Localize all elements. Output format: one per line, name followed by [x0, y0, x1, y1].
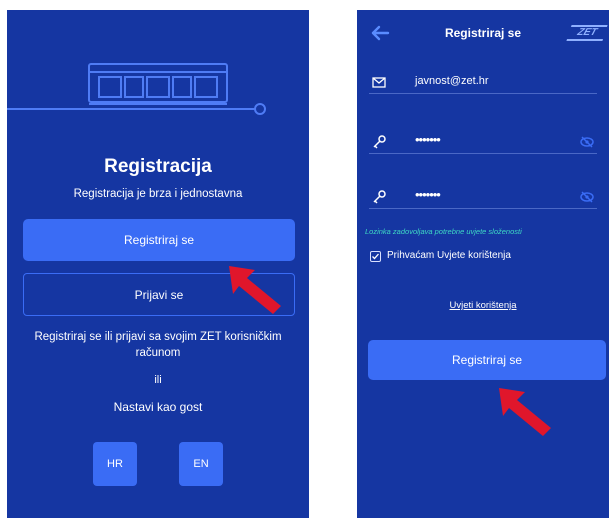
registration-start-screen: Registracija Registracija je brza i jedn…: [7, 10, 309, 518]
page-subtitle: Registracija je brza i jednostavna: [73, 188, 243, 200]
password-hint: Lozinka zadovoljava potrebne uvjete slož…: [365, 227, 522, 236]
language-en-button[interactable]: EN: [179, 442, 223, 486]
terms-checkbox-label: Prihvaćam Uvjete korištenja: [387, 250, 511, 261]
eye-off-icon[interactable]: [579, 134, 595, 150]
register-button[interactable]: Registriraj se: [23, 219, 295, 261]
language-hr-button[interactable]: HR: [93, 442, 137, 486]
confirm-password-value: •••••••: [415, 187, 441, 202]
page-title: Registracija: [104, 156, 212, 177]
key-icon: [373, 135, 386, 149]
tram-illustration: [7, 63, 266, 115]
terms-link[interactable]: Uvjeti korištenja: [357, 300, 609, 311]
or-separator: ili: [154, 374, 162, 386]
confirm-password-field[interactable]: •••••••: [369, 186, 597, 209]
password-field[interactable]: •••••••: [369, 131, 597, 154]
registration-form-screen: Registriraj se ZET javnost@zet.hr ••••••…: [357, 10, 609, 518]
register-submit-button[interactable]: Registriraj se: [368, 340, 606, 380]
pointer-arrow: [499, 388, 551, 436]
password-value: •••••••: [415, 132, 441, 147]
eye-off-icon[interactable]: [579, 189, 595, 205]
pointer-arrow: [229, 266, 281, 314]
terms-checkbox[interactable]: [370, 251, 381, 262]
check-icon: [372, 253, 379, 260]
email-value: javnost@zet.hr: [415, 75, 489, 87]
zet-logo-icon: ZET: [566, 25, 608, 41]
email-field[interactable]: javnost@zet.hr: [369, 71, 597, 94]
info-text: Registriraj se ili prijavi sa svojim ZET…: [34, 331, 282, 359]
mail-icon: [372, 77, 386, 88]
key-icon: [373, 190, 386, 204]
continue-as-guest-link[interactable]: Nastavi kao gost: [7, 400, 309, 414]
